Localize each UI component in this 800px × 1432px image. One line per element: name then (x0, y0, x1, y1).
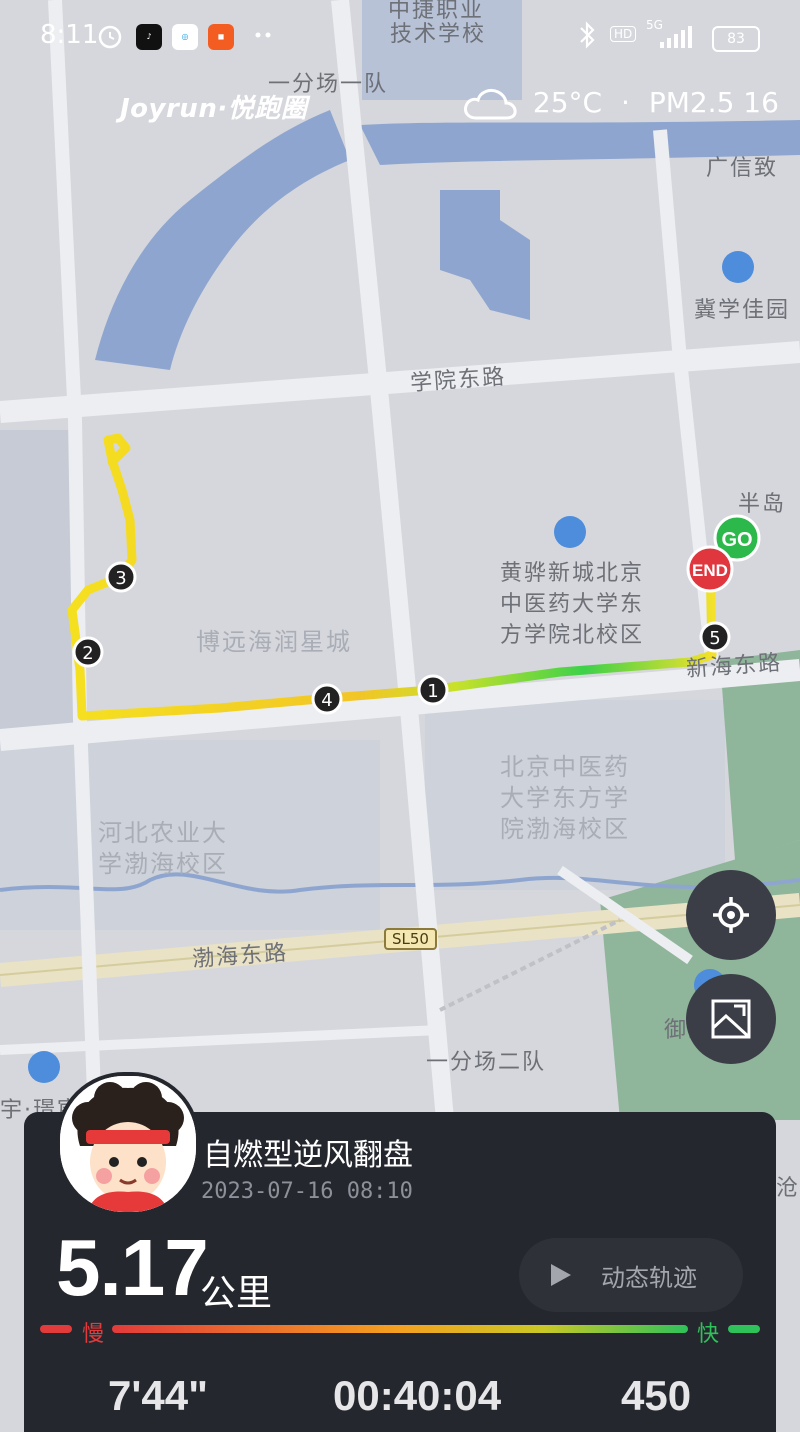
avatar-illustration (60, 1076, 196, 1212)
replay-label: 动态轨迹 (601, 1263, 697, 1292)
pace-fast-label: 快 (697, 1322, 720, 1347)
weather-info: 25°C · PM2.5 16 (462, 86, 779, 122)
crosshair-icon (713, 897, 749, 933)
status-time: 8:11 (40, 20, 99, 50)
weather-temp: 25°C (532, 86, 603, 119)
distance-unit: 公里 (200, 1273, 273, 1314)
svg-text:GO: GO (721, 529, 752, 551)
pingan-app-icon: ◼ (208, 24, 234, 50)
km-marker-4: 4 (311, 683, 343, 715)
play-icon (551, 1264, 571, 1286)
svg-text:2: 2 (82, 643, 93, 664)
image-share-button[interactable] (686, 974, 776, 1064)
km-marker-1: 1 (417, 674, 449, 706)
calories-value: 450 (621, 1372, 692, 1419)
avatar[interactable] (56, 1072, 200, 1216)
carrier-app-icon: ◎ (172, 24, 198, 50)
pace-legend-bar (40, 1325, 760, 1333)
signal-icon (660, 26, 692, 48)
end-marker: END (686, 545, 734, 593)
svg-text:5: 5 (709, 628, 720, 649)
avg-pace-value: 7'44" (108, 1372, 208, 1419)
image-icon (711, 999, 751, 1039)
duration-value: 00:40:04 (333, 1372, 502, 1419)
brand-logo: Joyrun·悦跑圈 (120, 94, 308, 124)
battery-indicator: 83 (712, 26, 760, 52)
locate-button[interactable] (686, 870, 776, 960)
run-datetime: 2023-07-16 08:10 (201, 1179, 413, 1204)
weather-aqi: PM2.5 16 (648, 86, 779, 119)
km-marker-5: 5 (699, 621, 731, 653)
bluetooth-icon (580, 21, 595, 49)
distance-value: 5.17 (56, 1223, 209, 1312)
hd-badge: HD (610, 26, 637, 42)
pace-slow-label: 慢 (82, 1322, 105, 1347)
svg-text:1: 1 (427, 681, 438, 702)
route-replay-button[interactable]: 动态轨迹 (519, 1238, 743, 1312)
svg-text:3: 3 (115, 568, 126, 589)
username: 自燃型逆风翻盘 (203, 1138, 413, 1173)
km-marker-2: 2 (72, 636, 104, 668)
alarm-icon (98, 25, 122, 49)
svg-text:4: 4 (321, 690, 332, 711)
weather-separator: · (621, 86, 630, 119)
cloud-icon (464, 88, 517, 120)
tiktok-app-icon: ♪ (136, 24, 162, 50)
km-marker-3: 3 (105, 561, 137, 593)
svg-text:END: END (692, 561, 728, 580)
more-dots-icon (255, 32, 271, 38)
